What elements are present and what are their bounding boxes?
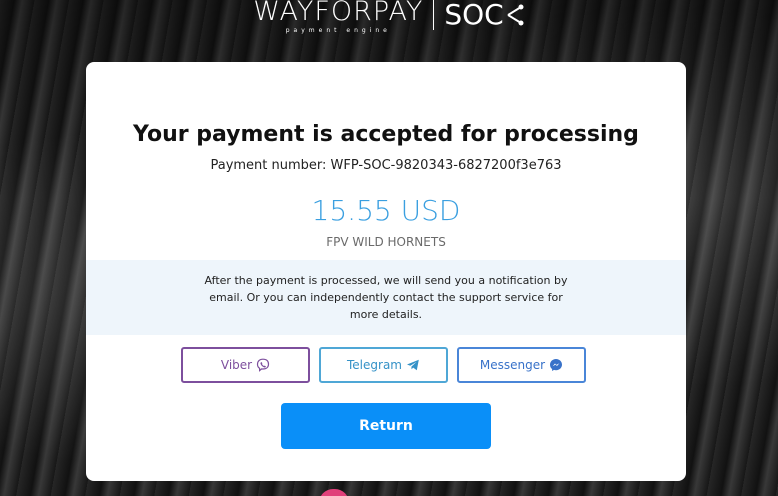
messenger-button[interactable]: Messenger xyxy=(457,347,586,383)
return-button[interactable]: Return xyxy=(281,403,491,449)
logo-subtitle: payment engine xyxy=(285,27,391,34)
telegram-label: Telegram xyxy=(347,358,402,372)
logo-wordmark: WAYFORPAY payment engine xyxy=(253,0,423,34)
share-icon xyxy=(507,4,524,26)
viber-label: Viber xyxy=(220,358,253,372)
messenger-label: Messenger xyxy=(479,358,546,372)
page-title: Your payment is accepted for processing xyxy=(133,122,639,147)
viber-button[interactable]: Viber xyxy=(181,347,310,383)
info-text: After the payment is processed, we will … xyxy=(204,274,568,321)
viber-icon xyxy=(257,358,270,372)
support-contacts: Viber Telegram Messenger xyxy=(181,347,586,383)
wayforpay-logo: WAYFORPAY payment engine SOC xyxy=(253,0,524,34)
payment-number: Payment number: WFP-SOC-9820343-6827200f… xyxy=(210,158,562,173)
telegram-icon xyxy=(406,359,419,371)
merchant-name: FPV WILD HORNETS xyxy=(326,235,446,249)
info-box: After the payment is processed, we will … xyxy=(86,260,686,335)
logo-main-text: WAYFORPAY xyxy=(253,0,424,27)
payment-status-card: Your payment is accepted for processing … xyxy=(86,62,686,481)
telegram-button[interactable]: Telegram xyxy=(319,347,448,383)
logo-divider xyxy=(433,0,435,30)
payment-amount: 15.55 USD xyxy=(311,194,461,227)
logo-soc: SOC xyxy=(444,0,524,31)
logo-soc-text: SOC xyxy=(444,0,504,31)
messenger-icon xyxy=(550,359,563,371)
header: WAYFORPAY payment engine SOC xyxy=(0,0,778,40)
